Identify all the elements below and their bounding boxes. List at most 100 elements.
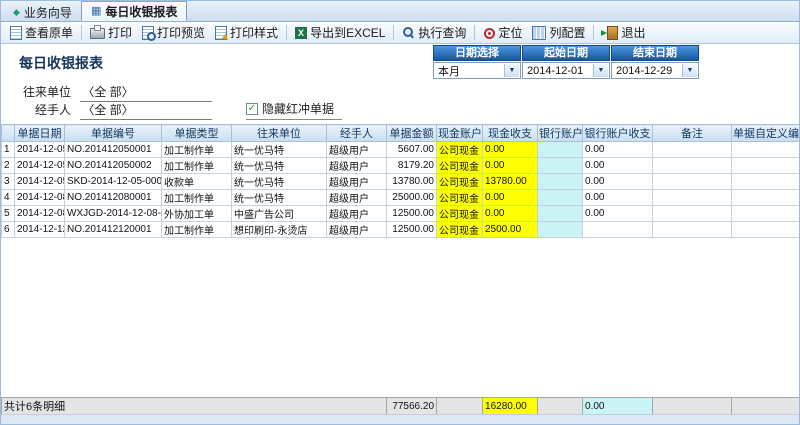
- tab-daily-cashier-report[interactable]: ▦ 每日收银报表: [81, 0, 187, 21]
- column-header[interactable]: 银行账户收支: [583, 125, 653, 142]
- locate-button[interactable]: 定位: [478, 23, 527, 42]
- button-label: 执行查询: [418, 24, 466, 41]
- cell-bank_account: [538, 174, 583, 190]
- column-header[interactable]: 单据金额: [387, 125, 437, 142]
- table-row[interactable]: 42014-12-08NO.201412080001加工制作单统一优马特超级用户…: [2, 190, 800, 206]
- toolbar-separator: [393, 25, 394, 40]
- cell-date: 2014-12-08: [15, 206, 65, 222]
- table-row[interactable]: 32014-12-05SKD-2014-12-05-0001收款单统一优马特超级…: [2, 174, 800, 190]
- toolbar-separator: [286, 25, 287, 40]
- date-range-select[interactable]: 本月 ▼: [433, 62, 521, 79]
- column-header[interactable]: 单据自定义编号: [732, 125, 800, 142]
- locate-icon: [483, 27, 495, 39]
- start-date-select[interactable]: 2014-12-01 ▼: [522, 62, 610, 79]
- date-select-header: 日期选择: [433, 45, 521, 61]
- cell-cash_amount: 2500.00: [483, 222, 538, 238]
- cell-bank_account: [538, 206, 583, 222]
- column-header[interactable]: 现金账户: [437, 125, 483, 142]
- column-header[interactable]: 备注: [653, 125, 732, 142]
- cell-amount: 8179.20: [387, 158, 437, 174]
- unit-filter-value: 〈全 部〉: [82, 85, 133, 99]
- end-date-header: 结束日期: [611, 45, 699, 61]
- view-original-icon: [10, 26, 22, 40]
- page-title: 每日收银报表: [19, 53, 103, 73]
- cell-handler: 超级用户: [327, 174, 387, 190]
- column-header[interactable]: 单据类型: [162, 125, 232, 142]
- table-row[interactable]: 12014-12-05NO.201412050001加工制作单统一优马特超级用户…: [2, 142, 800, 158]
- print-button[interactable]: 打印: [85, 23, 137, 42]
- column-header[interactable]: 经手人: [327, 125, 387, 142]
- table-row[interactable]: 62014-12-12NO.201412120001加工制作单想印刷印-永烫店超…: [2, 222, 800, 238]
- cell-unit: 中盛广告公司: [232, 206, 327, 222]
- table-header-row: 单据日期单据编号单据类型往来单位经手人单据金额现金账户现金收支银行账户银行账户收…: [2, 125, 800, 142]
- print-preview-button[interactable]: 打印预览: [137, 23, 210, 42]
- column-header[interactable]: 单据编号: [65, 125, 162, 142]
- column-header[interactable]: 银行账户: [538, 125, 583, 142]
- column-header[interactable]: 单据日期: [15, 125, 65, 142]
- cell-doc_no: WXJGD-2014-12-08-0002: [65, 206, 162, 222]
- button-label: 查看原单: [25, 24, 73, 41]
- chevron-down-icon[interactable]: ▼: [682, 64, 697, 77]
- cell-bank_amount: 0.00: [583, 206, 653, 222]
- cell-bank_account: [538, 222, 583, 238]
- button-label: 退出: [621, 24, 645, 41]
- run-query-button[interactable]: 执行查询: [397, 23, 471, 42]
- cell-date: 2014-12-08: [15, 190, 65, 206]
- cell-note: [653, 158, 732, 174]
- unit-filter-label: 往来单位: [19, 83, 71, 100]
- cell-cash_account: 公司现金: [437, 206, 483, 222]
- cell-amount: 13780.00: [387, 174, 437, 190]
- cell-bank_amount: 0.00: [583, 174, 653, 190]
- handler-filter-field[interactable]: 〈全 部〉: [80, 101, 212, 120]
- totals-custom-no: [732, 398, 800, 415]
- cell-note: [653, 174, 732, 190]
- cell-type: 加工制作单: [162, 142, 232, 158]
- exit-button[interactable]: 退出: [597, 23, 650, 42]
- cell-doc_no: NO.201412080001: [65, 190, 162, 206]
- date-range-value: 本月: [438, 63, 460, 79]
- button-label: 打印预览: [157, 24, 205, 41]
- print-style-icon: [215, 26, 227, 40]
- totals-bank-account: [538, 398, 583, 415]
- totals-bank: 0.00: [583, 398, 653, 415]
- column-config-button[interactable]: 列配置: [527, 23, 590, 42]
- toolbar-separator: [593, 25, 594, 40]
- cell-doc_no: NO.201412050002: [65, 158, 162, 174]
- hide-red-flush-checkbox[interactable]: ✓ 隐藏红冲单据: [246, 100, 342, 120]
- cell-cash_account: 公司现金: [437, 158, 483, 174]
- view-original-button[interactable]: 查看原单: [5, 23, 78, 42]
- cell-no: 5: [2, 206, 15, 222]
- unit-filter-field[interactable]: 〈全 部〉: [80, 83, 212, 102]
- cell-handler: 超级用户: [327, 142, 387, 158]
- columns-icon: [532, 26, 546, 40]
- tab-bar: ◆ 业务向导 ▦ 每日收银报表: [1, 1, 799, 22]
- search-icon: [402, 26, 415, 39]
- handler-filter-value: 〈全 部〉: [82, 103, 133, 117]
- cell-cash_amount: 0.00: [483, 190, 538, 206]
- cell-note: [653, 190, 732, 206]
- cell-type: 收款单: [162, 174, 232, 190]
- column-header-rownum[interactable]: [2, 125, 15, 142]
- checkbox-check-icon: ✓: [246, 103, 258, 115]
- export-excel-button[interactable]: X 导出到EXCEL: [290, 23, 390, 42]
- cell-custom_no: [732, 206, 800, 222]
- cell-unit: 统一优马特: [232, 142, 327, 158]
- table-row[interactable]: 52014-12-08WXJGD-2014-12-08-0002外协加工单中盛广…: [2, 206, 800, 222]
- tab-business-wizard[interactable]: ◆ 业务向导: [4, 4, 81, 21]
- cell-doc_no: NO.201412120001: [65, 222, 162, 238]
- app-window: ◆ 业务向导 ▦ 每日收银报表 查看原单 打印 打印预览 打印样式 X 导出: [0, 0, 800, 425]
- excel-icon: X: [295, 27, 307, 39]
- cell-type: 加工制作单: [162, 158, 232, 174]
- cell-custom_no: [732, 142, 800, 158]
- column-header[interactable]: 往来单位: [232, 125, 327, 142]
- end-date-select[interactable]: 2014-12-29 ▼: [611, 62, 699, 79]
- chevron-down-icon[interactable]: ▼: [504, 64, 519, 77]
- chevron-down-icon[interactable]: ▼: [593, 64, 608, 77]
- column-header[interactable]: 现金收支: [483, 125, 538, 142]
- cell-unit: 统一优马特: [232, 174, 327, 190]
- tab-label: 每日收银报表: [105, 3, 177, 20]
- cell-handler: 超级用户: [327, 206, 387, 222]
- print-style-button[interactable]: 打印样式: [210, 23, 283, 42]
- table-row[interactable]: 22014-12-05NO.201412050002加工制作单统一优马特超级用户…: [2, 158, 800, 174]
- checkbox-label: 隐藏红冲单据: [262, 100, 334, 117]
